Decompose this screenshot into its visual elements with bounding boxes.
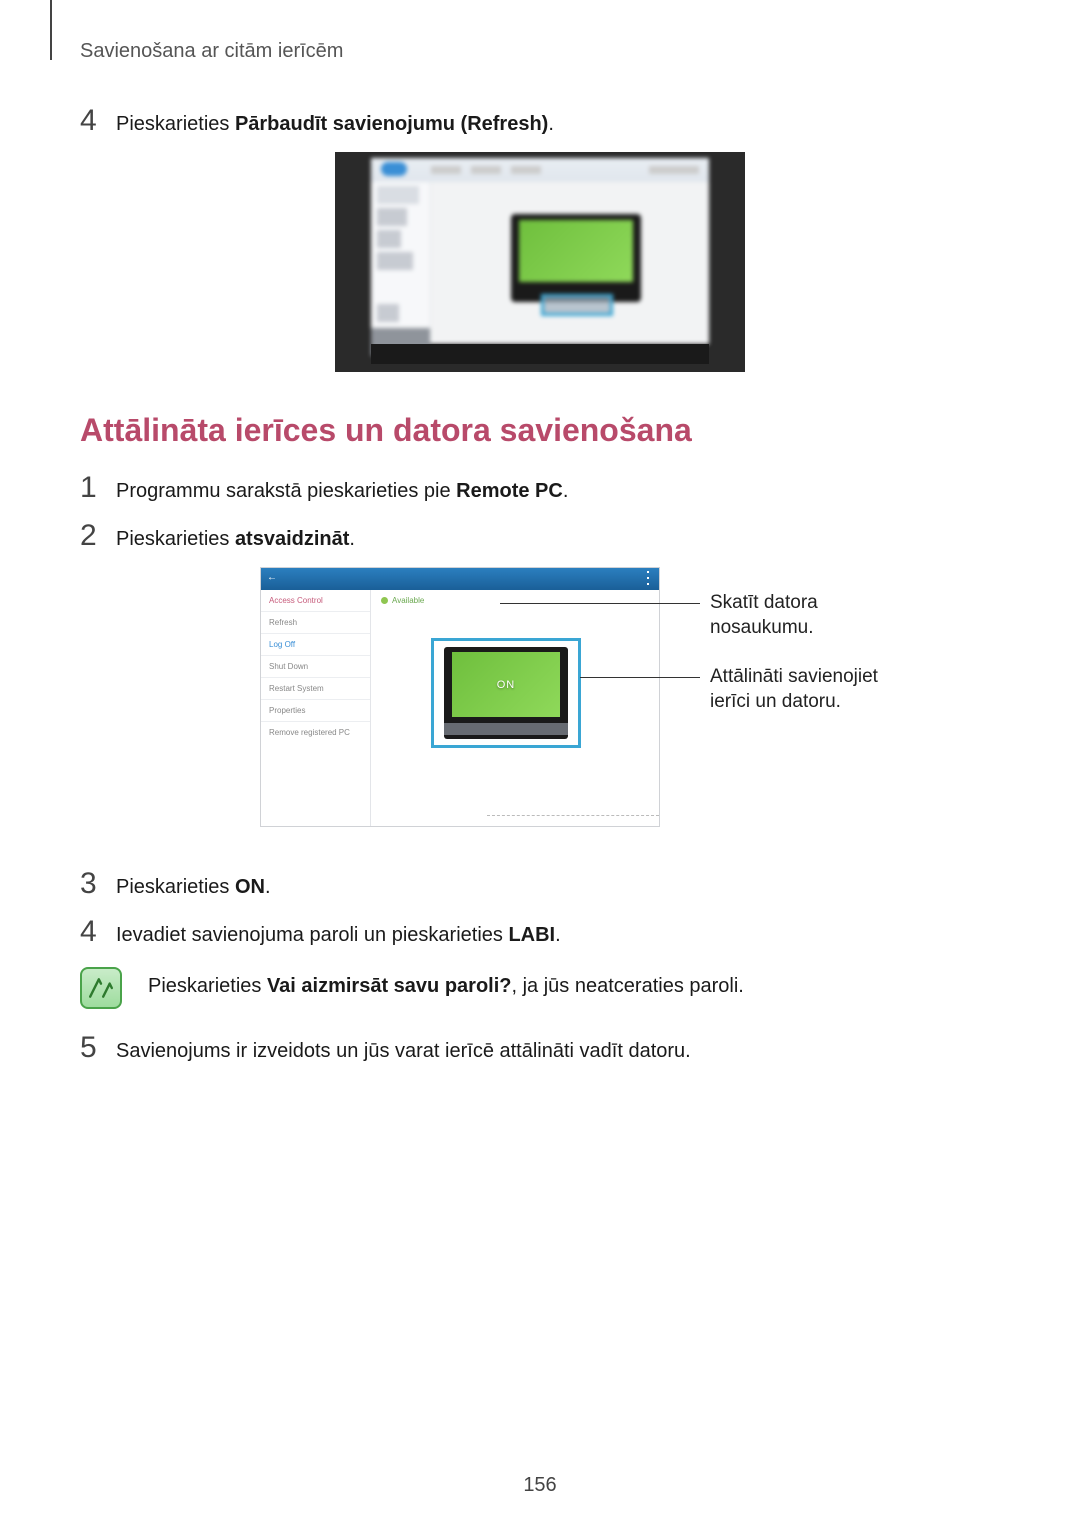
- list-item: 5 Savienojums ir izveidots un jūs varat …: [80, 1031, 1000, 1065]
- callout-leader-line: [500, 603, 700, 604]
- on-label: ON: [497, 679, 516, 691]
- list-item: 4 Pieskarieties Pārbaudīt savienojumu (R…: [80, 104, 1000, 138]
- highlighted-refresh-button: [541, 294, 613, 316]
- note-block: Pieskarieties Vai aizmirsāt savu paroli?…: [80, 967, 1000, 1009]
- note-icon: [80, 967, 122, 1009]
- running-header: Savienošana ar citām ierīcēm: [80, 40, 343, 63]
- sidebar-item-access: Access Control: [261, 590, 370, 612]
- step-number: 1: [80, 471, 116, 505]
- step-text: Pieskarieties ON.: [116, 867, 271, 901]
- sidebar-item-shutdown: Shut Down: [261, 656, 370, 678]
- status-available: Available: [381, 596, 424, 605]
- callout-text: Attālināti savienojietierīci un datoru.: [710, 665, 878, 714]
- page-edge-marker: [50, 0, 52, 60]
- page-number: 156: [523, 1474, 556, 1497]
- step-number: 3: [80, 867, 116, 901]
- step-text: Savienojums ir izveidots un jūs varat ie…: [116, 1031, 691, 1065]
- step-number: 5: [80, 1031, 116, 1065]
- figure-sidebar: Access Control Refresh Log Off Shut Down…: [261, 590, 371, 826]
- back-icon: ←: [267, 572, 277, 583]
- sidebar-item-properties: Properties: [261, 700, 370, 722]
- step-text: Pieskarieties Pārbaudīt savienojumu (Ref…: [116, 104, 554, 138]
- highlighted-device: ON: [431, 638, 581, 748]
- list-item: 2 Pieskarieties atsvaidzināt.: [80, 519, 1000, 553]
- sidebar-item-refresh: Refresh: [261, 612, 370, 634]
- step-text: Pieskarieties atsvaidzināt.: [116, 519, 355, 553]
- step-text: Programmu sarakstā pieskarieties pie Rem…: [116, 471, 568, 505]
- figure-remote-pc-app: ← Access Control Refresh Log Off Shut Do…: [200, 567, 1020, 847]
- section-heading: Attālināta ierīces un datora savienošana: [80, 412, 1000, 449]
- step-number: 2: [80, 519, 116, 553]
- sidebar-item-remove: Remove registered PC: [261, 722, 370, 743]
- sidebar-item-logoff: Log Off: [261, 634, 370, 656]
- step-text: Ievadiet savienojuma paroli un pieskarie…: [116, 915, 561, 949]
- list-item: 3 Pieskarieties ON.: [80, 867, 1000, 901]
- list-item: 1 Programmu sarakstā pieskarieties pie R…: [80, 471, 1000, 505]
- callout-leader-line: [580, 677, 700, 678]
- callout-text: Skatīt datoranosaukumu.: [710, 591, 818, 640]
- list-item: 4 Ievadiet savienojuma paroli un pieskar…: [80, 915, 1000, 949]
- note-text: Pieskarieties Vai aizmirsāt savu paroli?…: [148, 967, 744, 998]
- step-number: 4: [80, 915, 116, 949]
- status-dot-icon: [381, 597, 388, 604]
- figure-desktop-screenshot: [335, 152, 745, 372]
- sidebar-item-restart: Restart System: [261, 678, 370, 700]
- step-number: 4: [80, 104, 116, 138]
- kebab-menu-icon: [643, 571, 653, 585]
